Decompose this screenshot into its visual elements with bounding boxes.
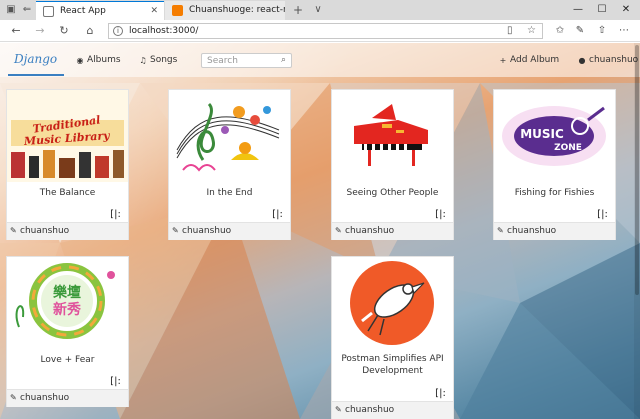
album-owner[interactable]: chuanshuo: [20, 393, 69, 403]
owner-icon: ✎: [10, 393, 17, 402]
forward-arrow-icon[interactable]: →: [32, 23, 48, 39]
album-footer: ✎ chuanshuo: [332, 222, 453, 240]
back-arrow-icon[interactable]: ←: [8, 23, 24, 39]
album-art[interactable]: [169, 90, 290, 182]
album-details-icon[interactable]: [|:: [271, 208, 284, 221]
tab-title: React App: [60, 6, 106, 16]
url-text[interactable]: localhost:3000/: [129, 26, 198, 36]
album-footer: ✎ chuanshuo: [169, 222, 290, 240]
svg-text:ZONE: ZONE: [554, 143, 582, 153]
browser-tab-bar: ▣ ⇐ React App ✕ Chuanshuoge: react-redux…: [0, 0, 640, 20]
close-tab-icon[interactable]: ✕: [150, 2, 158, 20]
album-card[interactable]: Postman Simplifies API Development [|: ✎…: [331, 256, 454, 419]
svg-text:新秀: 新秀: [53, 301, 82, 318]
album-card[interactable]: 樂壇 新秀 Love + Fear [|: ✎ chuanshuo: [6, 256, 129, 407]
nav-songs-label: Songs: [150, 55, 178, 65]
owner-icon: ✎: [10, 226, 17, 235]
user-icon: ●: [578, 56, 586, 65]
album-title[interactable]: Love + Fear: [11, 354, 124, 366]
album-card[interactable]: MUSIC ZONE Fishing for Fishies [|: ✎ chu…: [493, 89, 616, 240]
album-disc-icon: ◉: [76, 56, 84, 65]
album-art[interactable]: [332, 90, 453, 182]
album-card[interactable]: In the End [|: ✎ chuanshuo: [168, 89, 291, 240]
app-navbar: Django ◉ Albums ♫ Songs Search ⌕ + Add Albu…: [0, 43, 640, 77]
user-menu[interactable]: ● chuanshuo: [578, 55, 639, 65]
album-owner[interactable]: chuanshuo: [345, 226, 394, 236]
user-name: chuanshuo: [589, 55, 639, 65]
address-toolbar: ← → ↻ ⌂ i localhost:3000/ ▯ ☆ ✩ ✎ ⇧ ⋯: [0, 20, 640, 42]
svg-text:樂壇: 樂壇: [52, 284, 81, 301]
album-details-icon[interactable]: [|:: [434, 387, 447, 400]
tab-actions-icon[interactable]: ▣: [4, 3, 18, 17]
album-owner[interactable]: chuanshuo: [182, 226, 231, 236]
favorite-star-icon[interactable]: ☆: [527, 25, 536, 36]
search-icon[interactable]: ⌕: [281, 55, 286, 65]
page-viewport: Django ◉ Albums ♫ Songs Search ⌕ + Add Albu…: [0, 43, 640, 419]
album-details-icon[interactable]: [|:: [596, 208, 609, 221]
favorites-hub-icon[interactable]: ✩: [552, 23, 568, 39]
album-footer: ✎ chuanshuo: [494, 222, 615, 240]
add-album-button[interactable]: + Add Album: [499, 55, 560, 65]
album-art[interactable]: 樂壇 新秀: [7, 257, 128, 349]
album-title[interactable]: The Balance: [11, 187, 124, 199]
album-art[interactable]: MUSIC ZONE: [494, 90, 615, 182]
album-art[interactable]: Traditional Music Library: [7, 90, 128, 182]
album-owner[interactable]: chuanshuo: [20, 226, 69, 236]
album-details-icon[interactable]: [|:: [434, 208, 447, 221]
home-icon[interactable]: ⌂: [82, 23, 98, 39]
nav-songs[interactable]: ♫ Songs: [139, 55, 177, 65]
add-album-label: Add Album: [510, 55, 560, 65]
maximize-button[interactable]: ☐: [590, 0, 614, 20]
album-footer: ✎ chuanshuo: [7, 389, 128, 407]
tab-chuanshuoge[interactable]: Chuanshuoge: react-redux: [165, 1, 285, 20]
nav-albums[interactable]: ◉ Albums: [76, 55, 121, 65]
album-art[interactable]: [332, 257, 453, 349]
album-title[interactable]: In the End: [173, 187, 286, 199]
new-tab-button[interactable]: +: [291, 3, 305, 17]
owner-icon: ✎: [172, 226, 179, 235]
react-app-favicon-icon: [43, 6, 54, 17]
share-icon[interactable]: ⇧: [594, 23, 610, 39]
tab-react-app[interactable]: React App ✕: [36, 1, 164, 20]
album-title[interactable]: Fishing for Fishies: [498, 187, 611, 199]
album-title[interactable]: Seeing Other People: [336, 187, 449, 199]
album-footer: ✎ chuanshuo: [332, 401, 453, 419]
nav-albums-label: Albums: [87, 55, 121, 65]
address-bar[interactable]: i localhost:3000/ ▯ ☆: [108, 23, 543, 39]
brand-logo[interactable]: Django: [14, 52, 57, 66]
close-window-button[interactable]: ✕: [614, 0, 638, 20]
album-details-icon[interactable]: [|:: [109, 375, 122, 388]
brand-underline: [8, 74, 64, 76]
album-title[interactable]: Postman Simplifies API Development: [336, 353, 449, 377]
refresh-icon[interactable]: ↻: [56, 23, 72, 39]
blogger-favicon-icon: [172, 5, 183, 16]
minimize-button[interactable]: —: [566, 0, 590, 20]
tab-list-chevron-icon[interactable]: ∨: [311, 3, 325, 17]
album-footer: ✎ chuanshuo: [7, 222, 128, 240]
album-owner[interactable]: chuanshuo: [507, 226, 556, 236]
search-placeholder: Search: [207, 56, 238, 66]
tab-title: Chuanshuoge: react-redux: [189, 5, 285, 15]
album-card[interactable]: Seeing Other People [|: ✎ chuanshuo: [331, 89, 454, 240]
page-scrollbar[interactable]: [634, 43, 640, 419]
music-note-icon: ♫: [139, 56, 147, 65]
reading-view-icon[interactable]: ▯: [507, 25, 513, 36]
scrollbar-thumb[interactable]: [635, 45, 639, 295]
owner-icon: ✎: [497, 226, 504, 235]
set-tabs-aside-icon[interactable]: ⇐: [20, 3, 34, 17]
album-owner[interactable]: chuanshuo: [345, 405, 394, 415]
search-input[interactable]: Search ⌕: [201, 53, 292, 68]
owner-icon: ✎: [335, 226, 342, 235]
album-card[interactable]: Traditional Music Library The Balance [|…: [6, 89, 129, 240]
svg-text:MUSIC: MUSIC: [520, 127, 564, 141]
site-info-icon[interactable]: i: [113, 26, 123, 36]
notes-pen-icon[interactable]: ✎: [572, 23, 588, 39]
owner-icon: ✎: [335, 405, 342, 414]
more-menu-icon[interactable]: ⋯: [616, 23, 632, 39]
album-details-icon[interactable]: [|:: [109, 208, 122, 221]
plus-icon: +: [499, 56, 507, 65]
